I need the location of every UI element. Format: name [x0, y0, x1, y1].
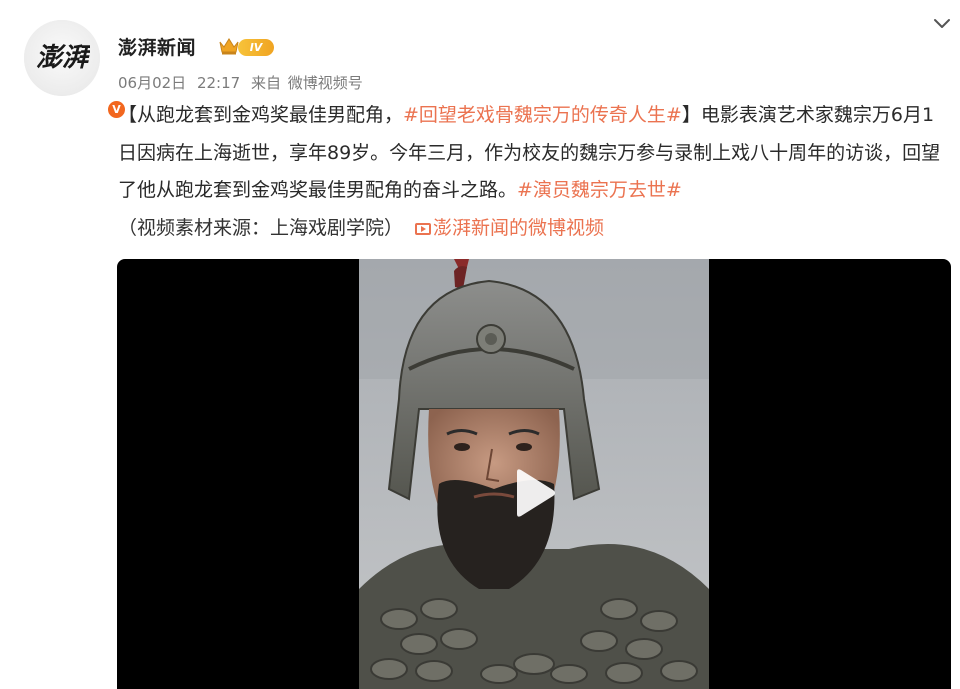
headline-open: 【从跑龙套到金鸡奖最佳男配角， [118, 104, 404, 126]
avatar[interactable]: 澎湃 V [24, 20, 127, 120]
source-prefix: 来自 [250, 74, 281, 92]
post-date[interactable]: 06月02日 [118, 74, 186, 92]
post-text: 【从跑龙套到金鸡奖最佳男配角，#回望老戏骨魏宗万的传奇人生#】电影表演艺术家魏宗… [118, 97, 948, 247]
video-player[interactable] [117, 259, 951, 689]
post-meta: 06月02日 22:17 来自 微博视频号 [118, 72, 369, 93]
chevron-down-icon[interactable] [930, 12, 954, 36]
weibo-video-link-label: 澎湃新闻的微博视频 [433, 216, 605, 239]
post-time[interactable]: 22:17 [197, 74, 240, 92]
video-link-icon [415, 222, 432, 235]
source-app[interactable]: 微博视频号 [288, 74, 363, 92]
topic-link-legend[interactable]: #回望老戏骨魏宗万的传奇人生# [403, 104, 682, 126]
play-icon[interactable] [513, 468, 557, 518]
topic-link-death[interactable]: #演员魏宗万去世# [517, 179, 682, 201]
weibo-video-link[interactable]: 澎湃新闻的微博视频 [415, 217, 604, 239]
author-name[interactable]: 澎湃新闻 [118, 33, 196, 60]
headline-close: 】 [681, 104, 701, 126]
avatar-logo-text: 澎湃 [36, 43, 90, 73]
crown-icon [219, 38, 239, 55]
level-badge[interactable]: IV [238, 39, 274, 56]
source-note: （视频素材来源：上海戏剧学院） [118, 216, 404, 239]
pengpai-logo: 澎湃 [36, 43, 90, 73]
